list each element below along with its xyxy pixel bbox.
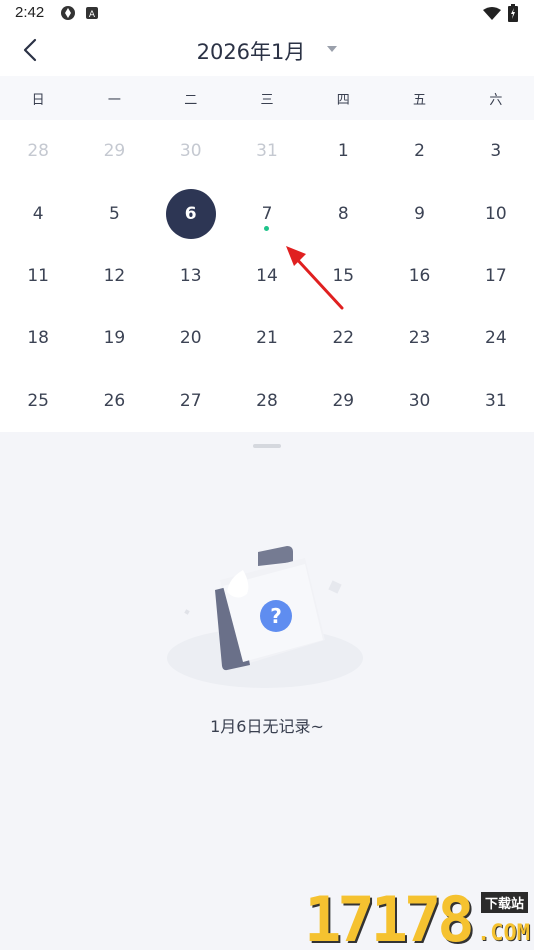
day-number: 14 <box>256 265 278 286</box>
weekday-label: 二 <box>184 92 198 108</box>
day-number: 13 <box>179 265 202 286</box>
day-number: 25 <box>27 390 49 411</box>
svg-text:A: A <box>89 10 96 20</box>
day-cell[interactable]: 8 <box>305 182 381 244</box>
battery-charging-icon <box>508 4 518 26</box>
day-number: 9 <box>414 203 425 224</box>
day-cell[interactable]: 30 <box>153 120 229 182</box>
day-number: 19 <box>103 328 126 349</box>
weekday-label: 四 <box>336 92 350 108</box>
sync-icon <box>60 5 76 25</box>
day-number: 31 <box>256 141 278 162</box>
day-number: 12 <box>103 265 126 286</box>
day-number: 4 <box>32 203 44 224</box>
day-number: 23 <box>408 328 431 349</box>
day-cell[interactable]: 19 <box>76 307 152 369</box>
watermark-logo: 17178 下载站 .COM <box>304 883 534 950</box>
day-cell[interactable]: 28 <box>229 370 305 432</box>
weekday-label: 一 <box>107 92 121 108</box>
day-number: 6 <box>184 203 197 224</box>
day-cell[interactable]: 26 <box>76 370 152 432</box>
day-cell[interactable]: 29 <box>76 120 152 182</box>
day-cell[interactable]: 10 <box>458 182 534 244</box>
day-number: 8 <box>337 203 349 224</box>
svg-text:?: ? <box>270 604 282 628</box>
watermark-digits: 17178 <box>304 883 475 950</box>
day-cell[interactable]: 31 <box>229 120 305 182</box>
record-dot-icon <box>264 225 270 231</box>
day-cell[interactable]: 31 <box>458 370 534 432</box>
day-cell[interactable]: 1 <box>305 120 381 182</box>
day-cell[interactable]: 20 <box>153 307 229 369</box>
day-number: 17 <box>485 265 507 286</box>
weekday-label: 三 <box>260 92 274 108</box>
month-picker[interactable]: 2026年1月 <box>197 36 338 66</box>
weekday-label: 五 <box>413 92 427 108</box>
day-number: 22 <box>332 328 355 349</box>
drag-handle[interactable] <box>253 444 281 448</box>
day-number: 27 <box>179 390 202 411</box>
day-number: 26 <box>103 390 126 411</box>
day-cell[interactable]: 5 <box>76 182 152 244</box>
day-number: 30 <box>408 390 431 411</box>
day-number: 29 <box>332 390 355 411</box>
day-number: 31 <box>485 390 507 411</box>
day-number: 7 <box>261 203 273 224</box>
day-number: 5 <box>109 203 120 224</box>
wifi-icon <box>483 6 501 25</box>
watermark-tag: 下载站 <box>480 892 528 913</box>
month-title-container: 2026年1月 <box>0 36 534 66</box>
day-cell[interactable]: 23 <box>381 307 457 369</box>
status-time: 2:42 <box>15 4 45 21</box>
day-number: 11 <box>27 265 49 286</box>
day-number: 2 <box>414 141 425 162</box>
day-cell[interactable]: 25 <box>0 370 76 432</box>
day-cell[interactable]: 29 <box>305 370 381 432</box>
day-number: 30 <box>179 141 202 162</box>
day-number: 21 <box>256 328 278 349</box>
day-number: 28 <box>27 141 49 162</box>
weekday-label: 日 <box>31 92 45 108</box>
day-grid: 28 29 30 31 1 2 3 4 5 6 7 8 9 10 11 12 13 14 15 16 17 18 19 20 2… <box>0 120 534 432</box>
day-number: 18 <box>27 328 49 349</box>
annotation-arrow-icon <box>280 240 350 319</box>
day-cell[interactable]: 16 <box>381 245 457 307</box>
day-number: 3 <box>490 141 502 162</box>
day-cell[interactable]: 28 <box>0 120 76 182</box>
day-cell[interactable]: 9 <box>381 182 457 244</box>
day-number: 1 <box>337 141 349 162</box>
day-cell[interactable]: 30 <box>381 370 457 432</box>
day-cell[interactable]: 7 <box>229 182 305 244</box>
calendar-header: 2026年1月 <box>0 26 534 76</box>
day-cell[interactable]: 4 <box>0 182 76 244</box>
weekday-label: 六 <box>489 92 503 108</box>
empty-state-message: 1月6日无记录~ <box>210 717 324 736</box>
day-cell[interactable]: 3 <box>458 120 534 182</box>
day-cell[interactable]: 27 <box>153 370 229 432</box>
day-cell[interactable]: 12 <box>76 245 152 307</box>
day-number: 10 <box>485 203 507 224</box>
day-cell[interactable]: 18 <box>0 307 76 369</box>
status-bar: 2:42 A <box>0 0 534 26</box>
day-cell[interactable]: 13 <box>153 245 229 307</box>
empty-folder-question-icon: ? <box>165 540 370 700</box>
app-a-icon: A <box>85 5 99 24</box>
day-cell[interactable]: 11 <box>0 245 76 307</box>
day-cell[interactable]: 2 <box>381 120 457 182</box>
watermark-suffix: .COM <box>477 921 530 946</box>
calendar: 日 一 二 三 四 五 六 28 29 30 31 1 2 3 4 5 6 7 8 9 10 11 12 13 1… <box>0 76 534 432</box>
day-number: 28 <box>256 390 278 411</box>
day-cell[interactable]: 24 <box>458 307 534 369</box>
month-title: 2026年1月 <box>196 40 306 64</box>
day-number: 16 <box>408 265 431 286</box>
day-cell-selected[interactable]: 6 <box>153 182 229 244</box>
day-number: 20 <box>179 328 202 349</box>
day-number: 24 <box>485 328 507 349</box>
day-number: 29 <box>103 141 126 162</box>
caret-down-icon <box>327 46 338 52</box>
weekday-row: 日 一 二 三 四 五 六 <box>0 76 534 120</box>
day-cell[interactable]: 17 <box>458 245 534 307</box>
